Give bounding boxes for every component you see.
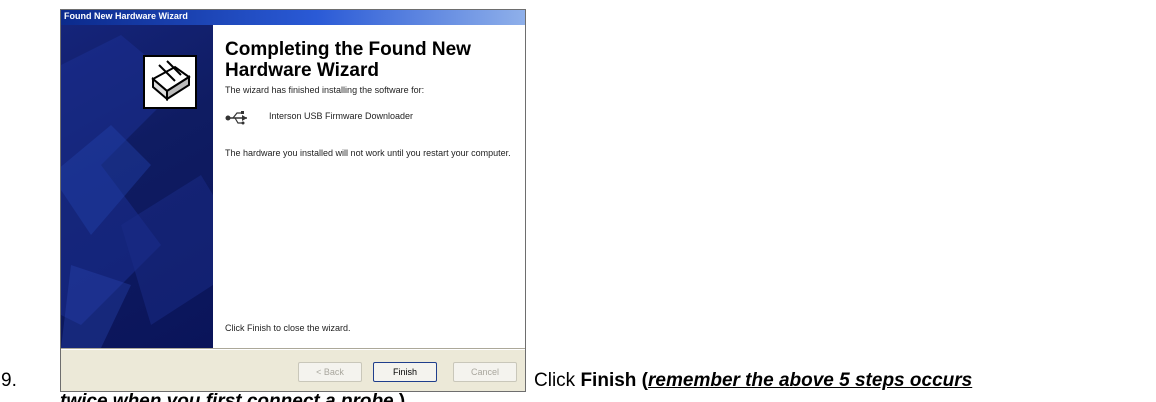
instruction-finish-word: Finish [580, 370, 637, 391]
close-instruction: Click Finish to close the wizard. [225, 323, 351, 333]
button-divider [61, 348, 525, 350]
instruction-line-2: twice when you first connect a probe.) [60, 392, 405, 402]
step-number: 9. [1, 370, 17, 391]
instruction-line-1: Click Finish (remember the above 5 steps… [534, 370, 972, 392]
instruction-prefix: Click [534, 370, 581, 391]
finished-installing-text: The wizard has finished installing the s… [225, 85, 425, 95]
instruction-suffix: .) [393, 391, 406, 402]
usb-icon [225, 110, 249, 126]
found-new-hardware-wizard-window: Found New Hardware Wizard Completing the… [60, 9, 526, 392]
wizard-banner [61, 25, 213, 348]
finish-button[interactable]: Finish [373, 362, 437, 382]
hardware-device-icon [143, 55, 197, 109]
instruction-emphasis-2: twice when you first connect a probe [60, 391, 394, 402]
instruction-paren-open: ( [636, 370, 649, 391]
title-bar[interactable]: Found New Hardware Wizard [61, 10, 525, 25]
back-button[interactable]: < Back [298, 362, 362, 382]
instruction-emphasis-1: remember the above 5 steps occurs [648, 370, 973, 391]
cancel-button[interactable]: Cancel [453, 362, 517, 382]
restart-notice: The hardware you installed will not work… [225, 148, 511, 158]
page-heading: Completing the Found New Hardware Wizard [225, 39, 471, 81]
device-name: Interson USB Firmware Downloader [269, 111, 414, 121]
wizard-content: Completing the Found New Hardware Wizard… [213, 25, 525, 348]
window-title: Found New Hardware Wizard [64, 11, 188, 21]
